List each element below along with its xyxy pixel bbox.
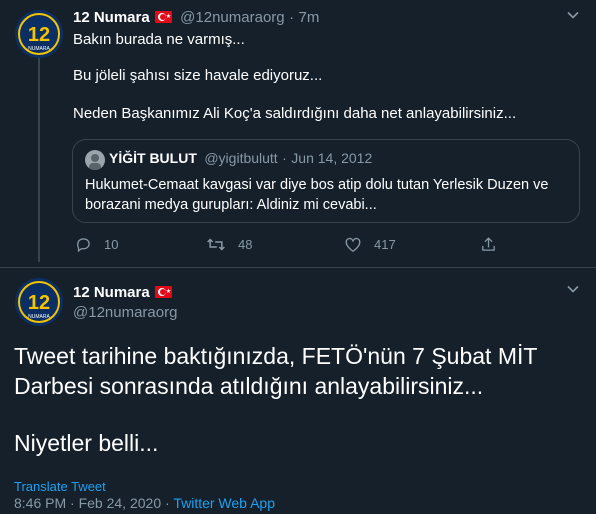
like-button[interactable]: 417 <box>344 236 396 253</box>
handle[interactable]: @12numaraorg <box>73 304 177 321</box>
avatar[interactable]: 12 NUMARA <box>15 278 63 326</box>
separator: · <box>165 495 170 511</box>
tweet-time[interactable]: 8:46 PM <box>14 495 66 511</box>
tweet-date[interactable]: Feb 24, 2020 <box>79 495 162 511</box>
tweet-text-line: Bakın burada ne varmış... <box>73 31 245 48</box>
retweet-count: 48 <box>238 237 253 252</box>
tweet-actions: 10 48 417 <box>72 236 512 260</box>
tweet-text-line: Neden Başkanımız Ali Koç'a saldırdığını … <box>73 105 517 122</box>
quoted-text-line: Hukumet-Cemaat kavgasi var diye bos atip… <box>85 177 549 193</box>
separator: · <box>282 150 287 166</box>
tweet-text-line: Bu jöleli şahısı size havale ediyoruz... <box>73 67 323 84</box>
quoted-header: YİĞİT BULUT @yigitbulutt · Jun 14, 2012 <box>109 150 372 168</box>
tweet-meta: 8:46 PM · Feb 24, 2020 · Twitter Web App <box>14 495 275 511</box>
quoted-date: Jun 14, 2012 <box>291 150 373 166</box>
retweet-icon <box>207 238 225 251</box>
handle[interactable]: @12numaraorg <box>180 9 284 26</box>
avatar-logo-icon: 12 NUMARA <box>15 278 63 326</box>
source-link[interactable]: Twitter Web App <box>173 495 275 511</box>
svg-text:12: 12 <box>28 24 50 46</box>
avatar-logo-icon: 12 NUMARA <box>15 10 63 58</box>
separator: · <box>289 9 295 26</box>
avatar[interactable]: 12 NUMARA <box>15 10 63 58</box>
svg-text:12: 12 <box>28 292 50 314</box>
tweet-text-line: Tweet tarihine baktığınızda, FETÖ'nün 7 … <box>14 343 538 369</box>
share-icon <box>482 237 495 251</box>
reply-icon <box>77 238 90 253</box>
svg-text:NUMARA: NUMARA <box>28 46 50 52</box>
reply-count: 10 <box>104 237 119 252</box>
quoted-avatar <box>85 150 105 170</box>
reply-button[interactable]: 10 <box>75 236 118 253</box>
separator: · <box>70 495 75 511</box>
like-icon <box>345 237 361 253</box>
flag-icon: ★ <box>154 286 172 298</box>
quoted-handle: @yigitbulutt <box>204 150 278 166</box>
quoted-text-line: borazani medya gurupları: Aldiniz mi cev… <box>85 197 377 213</box>
like-count: 417 <box>374 237 396 252</box>
tweet-header: 12 Numara ★ <box>73 284 172 302</box>
timestamp[interactable]: 7m <box>299 9 320 26</box>
caret-icon[interactable] <box>566 282 580 299</box>
display-name[interactable]: 12 Numara <box>73 9 150 26</box>
divider <box>0 267 596 268</box>
quoted-display-name: YİĞİT BULUT <box>109 150 197 166</box>
thread-line <box>38 58 40 262</box>
caret-icon[interactable] <box>566 8 580 25</box>
tweet-1[interactable]: 12 NUMARA 12 Numara ★ @12numaraorg · 7m B… <box>0 0 596 268</box>
quoted-tweet[interactable]: YİĞİT BULUT @yigitbulutt · Jun 14, 2012 … <box>72 139 580 223</box>
flag-icon: ★ <box>154 11 172 23</box>
tweet-text-line: Niyetler belli... <box>14 430 159 456</box>
tweet-header: 12 Numara ★ @12numaraorg · 7m <box>73 9 319 27</box>
retweet-button[interactable]: 48 <box>206 236 252 253</box>
translate-tweet-link[interactable]: Translate Tweet <box>14 479 106 494</box>
svg-text:NUMARA: NUMARA <box>28 314 50 320</box>
share-button[interactable] <box>480 236 509 253</box>
display-name[interactable]: 12 Numara <box>73 284 150 301</box>
tweet-text-line: Darbesi sonrasında atıldığını anlayabili… <box>14 373 484 399</box>
